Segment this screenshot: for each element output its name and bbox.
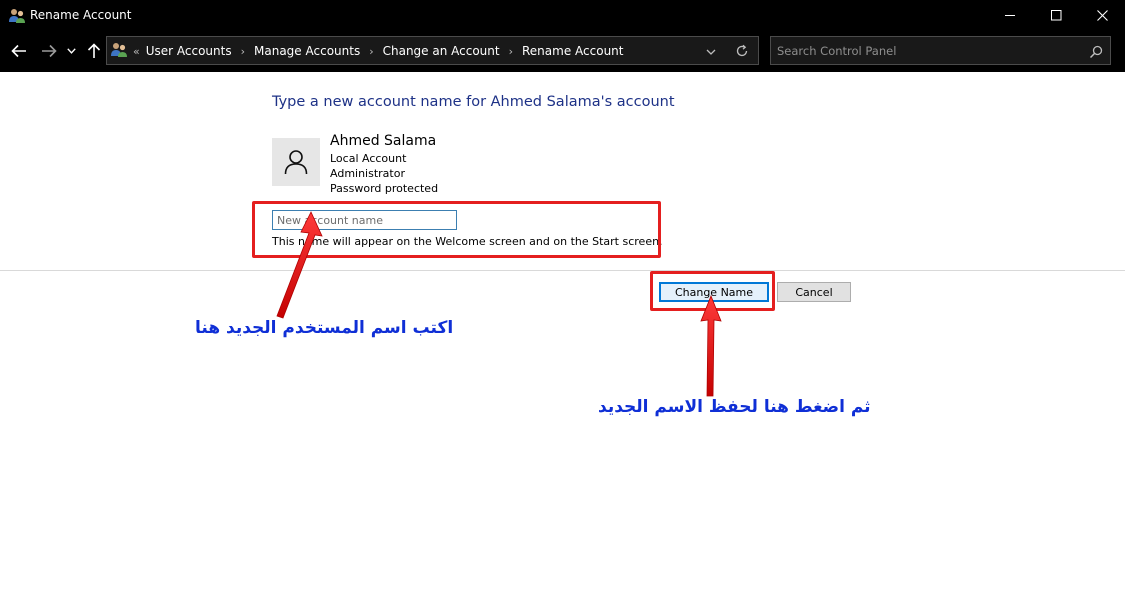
title-bar: Rename Account (0, 0, 1125, 31)
account-type: Local Account (330, 152, 407, 165)
annotation-type-name: اكتب اسم المستخدم الجديد هنا (195, 318, 454, 338)
maximize-button[interactable] (1033, 0, 1079, 31)
account-security: Password protected (330, 182, 439, 195)
breadcrumb-separator-icon[interactable]: › (369, 45, 373, 58)
breadcrumb-rename-account[interactable]: Rename Account (522, 44, 623, 58)
account-avatar (272, 138, 320, 186)
address-history-dropdown[interactable] (703, 44, 719, 58)
breadcrumb-separator-icon[interactable]: › (241, 45, 245, 58)
refresh-icon (736, 44, 748, 57)
annotation-arrows (276, 211, 722, 397)
back-button[interactable] (9, 41, 29, 61)
close-icon (1096, 10, 1108, 21)
breadcrumb-overflow[interactable]: « (133, 45, 140, 58)
breadcrumb-user-accounts[interactable]: User Accounts (146, 44, 232, 58)
breadcrumb-change-an-account[interactable]: Change an Account (383, 44, 500, 58)
annotation-highlight-button (650, 271, 775, 311)
chevron-down-icon (66, 48, 76, 54)
breadcrumb: « User Accounts › Manage Accounts › Chan… (133, 44, 623, 58)
breadcrumb-separator-icon[interactable]: › (509, 45, 513, 58)
arrow-left-icon (11, 44, 26, 58)
account-role: Administrator (330, 167, 405, 180)
refresh-button[interactable] (734, 43, 750, 59)
up-button[interactable] (84, 41, 104, 61)
search-box[interactable] (770, 36, 1111, 65)
cancel-button[interactable]: Cancel (777, 282, 851, 302)
window-title: Rename Account (30, 8, 132, 22)
search-icon[interactable] (1089, 44, 1103, 59)
maximize-icon (1050, 10, 1061, 21)
user-accounts-icon (8, 7, 26, 24)
minimize-button[interactable] (987, 0, 1033, 31)
forward-button[interactable] (39, 41, 59, 61)
navigation-bar: « User Accounts › Manage Accounts › Chan… (0, 31, 1125, 72)
address-bar[interactable]: « User Accounts › Manage Accounts › Chan… (106, 36, 759, 65)
divider (0, 270, 1125, 271)
user-silhouette-icon (284, 150, 308, 175)
annotation-highlight-input (252, 201, 661, 258)
close-button[interactable] (1079, 0, 1125, 31)
page-title: Type a new account name for Ahmed Salama… (272, 94, 675, 110)
user-accounts-icon (110, 41, 128, 58)
minimize-icon (1004, 15, 1015, 16)
annotation-click-save: ثم اضغط هنا لحفظ الاسم الجديد (598, 397, 871, 417)
account-name: Ahmed Salama (330, 133, 437, 149)
search-input[interactable] (777, 43, 1077, 59)
arrow-up-icon (87, 43, 101, 58)
arrow-right-icon (42, 44, 57, 58)
chevron-down-icon (706, 49, 716, 55)
recent-locations-button[interactable] (64, 41, 78, 61)
arrow-to-button-icon (700, 294, 722, 397)
breadcrumb-manage-accounts[interactable]: Manage Accounts (254, 44, 360, 58)
